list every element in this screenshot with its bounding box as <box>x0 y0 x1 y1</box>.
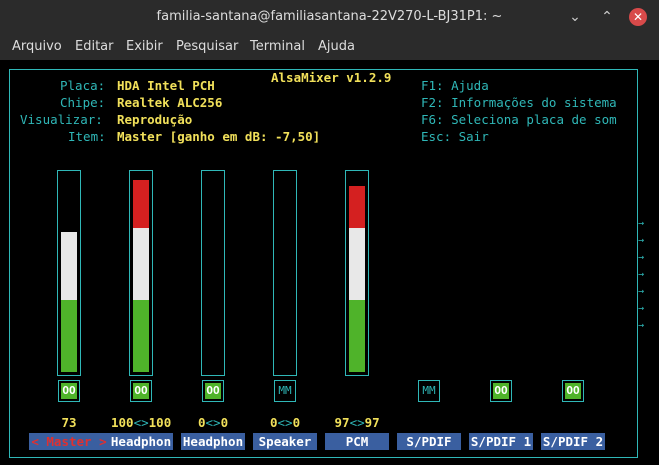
volume-level-red <box>133 180 149 228</box>
volume-level-red <box>349 186 365 228</box>
switch-state: MM <box>278 384 292 397</box>
close-icon[interactable]: ✕ <box>629 8 647 26</box>
help-esc: Esc: Sair <box>421 129 489 144</box>
channel-name[interactable]: S/PDIF <box>397 433 461 450</box>
menu-pesquisar[interactable]: Pesquisar <box>176 39 238 54</box>
channel-name[interactable]: < Master > <box>29 433 109 450</box>
volume-bar[interactable] <box>345 170 369 376</box>
mute-switch-on[interactable]: OO <box>130 380 152 402</box>
window-titlebar[interactable]: familia-santana@familiasantana-22V270-L-… <box>0 0 659 34</box>
mixer-frame: AlsaMixer v1.2.9 <box>9 69 638 458</box>
right-arrow-icon: → <box>638 269 645 280</box>
right-arrow-icon: → <box>638 218 645 229</box>
volume-value: 100<>100 <box>111 415 172 430</box>
help-f2: F2: Informações do sistema <box>421 95 617 110</box>
volume-level-green <box>349 300 365 372</box>
channel-name[interactable]: Headphon <box>181 433 245 450</box>
mute-switch-on[interactable]: OO <box>58 380 80 402</box>
help-f6: F6: Seleciona placa de som <box>421 112 617 127</box>
volume-value: 0<>0 <box>270 415 301 430</box>
channel-name[interactable]: S/PDIF 1 <box>469 433 533 450</box>
channel-name[interactable]: S/PDIF 2 <box>541 433 605 450</box>
volume-value: 0<>0 <box>198 415 229 430</box>
channel-name[interactable]: Headphon <box>109 433 173 450</box>
info-value-view: Reprodução <box>117 112 193 127</box>
mute-switch-muted[interactable]: MM <box>274 380 296 402</box>
menu-ajuda[interactable]: Ajuda <box>318 39 355 54</box>
switch-state: OO <box>493 383 509 399</box>
info-label-chip: Chipe: <box>60 95 106 110</box>
volume-bar[interactable] <box>273 170 297 376</box>
switch-state: MM <box>422 384 436 397</box>
volume-bar[interactable] <box>201 170 225 376</box>
mute-switch-on[interactable]: OO <box>562 380 584 402</box>
info-label-card: Placa: <box>60 78 106 93</box>
info-label-view: Visualizar: <box>20 112 103 127</box>
volume-level-green <box>61 300 77 372</box>
minimize-icon[interactable]: ⌄ <box>566 8 584 26</box>
menu-bar: Arquivo Editar Exibir Pesquisar Terminal… <box>0 34 659 60</box>
menu-arquivo[interactable]: Arquivo <box>12 39 62 54</box>
info-value-chip: Realtek ALC256 <box>117 95 223 110</box>
mute-switch-muted[interactable]: MM <box>418 380 440 402</box>
right-arrow-icon: → <box>638 320 645 331</box>
info-label-item: Item: <box>68 129 106 144</box>
channel-name[interactable]: PCM <box>325 433 389 450</box>
switch-state: OO <box>133 383 149 399</box>
volume-level-white <box>349 228 365 300</box>
help-f1: F1: Ajuda <box>421 78 489 93</box>
volume-level-white <box>133 228 149 300</box>
window-title: familia-santana@familiasantana-22V270-L-… <box>156 9 503 24</box>
volume-value: 97<>97 <box>334 415 380 430</box>
switch-state: OO <box>61 383 77 399</box>
right-arrow-icon: → <box>638 286 645 297</box>
menu-terminal[interactable]: Terminal <box>250 39 305 54</box>
mute-switch-on[interactable]: OO <box>490 380 512 402</box>
mixer-title: AlsaMixer v1.2.9 <box>267 70 396 85</box>
right-arrow-icon: → <box>638 303 645 314</box>
volume-value: 73 <box>61 415 77 430</box>
volume-level-green <box>133 300 149 372</box>
right-arrow-icon: → <box>638 252 645 263</box>
volume-bar[interactable] <box>129 170 153 376</box>
volume-bar[interactable] <box>57 170 81 376</box>
channel-name[interactable]: Speaker <box>253 433 317 450</box>
switch-state: OO <box>565 383 581 399</box>
mute-switch-on[interactable]: OO <box>202 380 224 402</box>
volume-level-white <box>61 232 77 300</box>
menu-exibir[interactable]: Exibir <box>126 39 163 54</box>
maximize-icon[interactable]: ⌃ <box>598 8 616 26</box>
menu-editar[interactable]: Editar <box>75 39 114 54</box>
terminal-area[interactable]: AlsaMixer v1.2.9 Placa: HDA Intel PCH Ch… <box>0 60 659 465</box>
info-value-item: Master [ganho em dB: -7,50] <box>117 129 321 144</box>
switch-state: OO <box>205 383 221 399</box>
info-value-card: HDA Intel PCH <box>117 78 215 93</box>
right-arrow-icon: → <box>638 235 645 246</box>
